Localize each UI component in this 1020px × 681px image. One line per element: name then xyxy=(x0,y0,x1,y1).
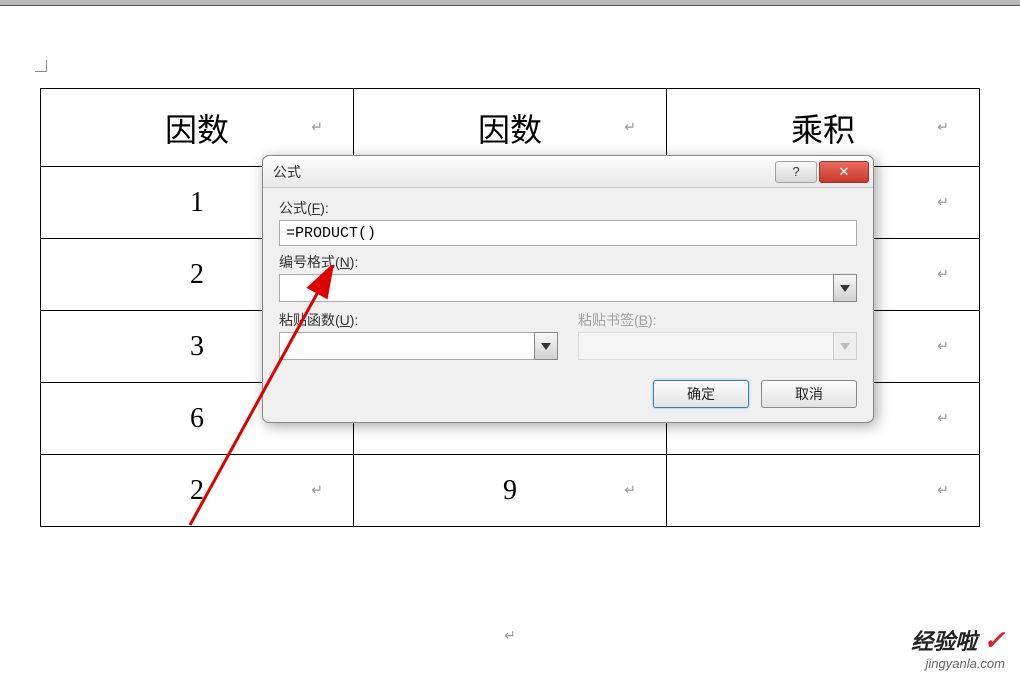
paste-bookmark-combo xyxy=(578,332,857,360)
help-button[interactable]: ? xyxy=(775,161,817,183)
cell-marker: ↵ xyxy=(937,266,949,283)
cell-marker: ↵ xyxy=(311,119,323,136)
dialog-footer: 确定 取消 xyxy=(263,380,873,422)
paste-function-combo xyxy=(279,332,558,360)
table-cell[interactable]: 2↵ xyxy=(41,455,354,527)
cell-marker: ↵ xyxy=(937,410,949,427)
table-row: 2↵ 9↵ ↵ xyxy=(41,455,980,527)
close-button[interactable]: ✕ xyxy=(819,161,869,183)
window-separator xyxy=(0,5,1020,6)
paste-function-input[interactable] xyxy=(279,332,535,360)
paste-function-label: 粘贴函数(U): xyxy=(279,310,558,330)
number-format-label: 编号格式(N): xyxy=(279,252,857,272)
number-format-combo xyxy=(279,274,857,302)
table-cell[interactable]: ↵ xyxy=(667,455,980,527)
cell-marker: ↵ xyxy=(624,119,636,136)
chevron-down-icon xyxy=(541,343,551,350)
cancel-button[interactable]: 取消 xyxy=(761,380,857,408)
paste-function-dropdown-button[interactable] xyxy=(534,332,558,360)
chevron-down-icon xyxy=(840,343,850,350)
number-format-dropdown-button[interactable] xyxy=(833,274,857,302)
paste-bookmark-label: 粘贴书签(B): xyxy=(578,310,857,330)
watermark-title: 经验啦 ✓ xyxy=(911,624,1005,656)
paste-row: 粘贴函数(U): 粘贴书签(B): xyxy=(279,310,857,366)
number-format-input[interactable] xyxy=(279,274,834,302)
dialog-title: 公式 xyxy=(273,162,301,182)
paste-bookmark-input xyxy=(578,332,834,360)
help-icon: ? xyxy=(792,164,799,179)
dialog-body: 公式(F): 编号格式(N): 粘贴函数(U): 粘贴书签(B): xyxy=(263,188,873,380)
cell-marker: ↵ xyxy=(937,482,949,499)
formula-input[interactable] xyxy=(279,220,857,246)
close-icon: ✕ xyxy=(839,164,850,180)
check-icon: ✓ xyxy=(983,625,1005,655)
cell-marker: ↵ xyxy=(624,482,636,499)
formula-label: 公式(F): xyxy=(279,198,857,218)
title-button-group: ? ✕ xyxy=(773,161,869,183)
paste-function-group: 粘贴函数(U): xyxy=(279,310,558,366)
watermark: 经验啦 ✓ jingyanla.com xyxy=(911,624,1005,671)
watermark-url: jingyanla.com xyxy=(911,656,1005,671)
formula-dialog: 公式 ? ✕ 公式(F): 编号格式(N): 粘贴函数(U): 粘贴书签(B): xyxy=(262,155,874,423)
cell-marker: ↵ xyxy=(937,119,949,136)
cell-marker: ↵ xyxy=(937,338,949,355)
ok-button[interactable]: 确定 xyxy=(653,380,749,408)
doc-corner-marker xyxy=(35,60,47,72)
paragraph-marker: ↵ xyxy=(0,628,1020,645)
chevron-down-icon xyxy=(840,285,850,292)
paste-bookmark-group: 粘贴书签(B): xyxy=(578,310,857,366)
dialog-titlebar[interactable]: 公式 ? ✕ xyxy=(263,156,873,188)
paste-bookmark-dropdown-button xyxy=(833,332,857,360)
cell-marker: ↵ xyxy=(311,482,323,499)
cell-marker: ↵ xyxy=(937,194,949,211)
table-cell[interactable]: 9↵ xyxy=(354,455,667,527)
